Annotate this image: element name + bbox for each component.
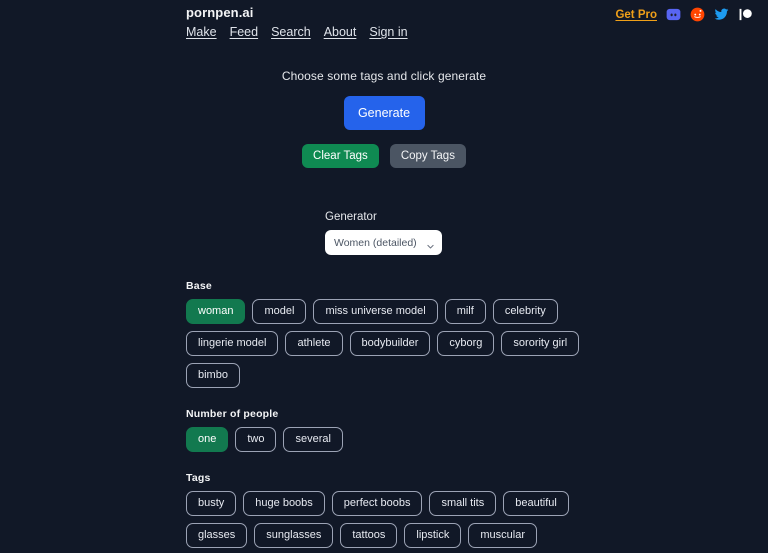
hero-action-buttons: Clear Tags Copy Tags <box>184 144 584 168</box>
nav-search[interactable]: Search <box>271 25 311 39</box>
tag-sections: Base woman model miss universe model milf cel… <box>184 280 584 553</box>
generator-field: Generator Women (detailed) <box>184 211 584 255</box>
section-title: Number of people <box>186 408 279 420</box>
tag-chip[interactable]: busty <box>186 491 237 516</box>
tag-chip[interactable]: athlete <box>285 331 343 356</box>
tag-chip[interactable]: miss universe model <box>313 299 438 324</box>
site-logo[interactable]: pornpen.ai <box>184 5 584 21</box>
tag-chip[interactable]: woman <box>186 299 246 324</box>
hero-section: Choose some tags and click generate Gene… <box>184 69 584 168</box>
nav-make[interactable]: Make <box>186 25 217 39</box>
section-title: Base <box>186 280 212 292</box>
tag-list: busty huge boobs perfect boobs small tits be… <box>186 491 584 553</box>
chevron-down-icon <box>426 238 435 249</box>
tag-chip[interactable]: cyborg <box>437 331 495 356</box>
tag-chip[interactable]: huge boobs <box>243 491 325 516</box>
main-navigation: Make Feed Search About Sign in <box>184 25 584 39</box>
tag-chip[interactable]: lipstick <box>404 523 462 548</box>
tag-chip[interactable]: tattoos <box>340 523 398 548</box>
nav-feed[interactable]: Feed <box>230 25 259 39</box>
twitter-icon[interactable] <box>714 7 729 22</box>
tag-chip[interactable]: model <box>252 299 307 324</box>
reddit-icon[interactable] <box>690 7 705 22</box>
discord-icon[interactable] <box>666 7 681 22</box>
section-number-of-people: Number of people one two several <box>186 408 584 452</box>
section-base: Base woman model miss universe model milf cel… <box>186 280 584 388</box>
tag-chip[interactable]: celebrity <box>492 299 558 324</box>
tag-chip[interactable]: glasses <box>186 523 248 548</box>
get-pro-link[interactable]: Get Pro <box>615 9 657 21</box>
tag-chip[interactable]: bodybuilder <box>349 331 431 356</box>
tag-chip[interactable]: sunglasses <box>254 523 334 548</box>
page-content: pornpen.ai Make Feed Search About Sign in Ge… <box>184 0 752 553</box>
tag-chip[interactable]: two <box>235 427 277 452</box>
section-title: Tags <box>186 472 211 484</box>
copy-tags-button[interactable]: Copy Tags <box>389 144 466 168</box>
patreon-icon[interactable] <box>738 7 753 22</box>
tag-chip[interactable]: milf <box>444 299 486 324</box>
tag-chip[interactable]: sorority girl <box>501 331 580 356</box>
tag-chip[interactable]: small tits <box>429 491 497 516</box>
tag-chip[interactable]: muscular <box>468 523 538 548</box>
tag-chip[interactable]: beautiful <box>503 491 569 516</box>
tag-chip[interactable]: perfect boobs <box>331 491 423 516</box>
header-actions: Get Pro <box>615 7 753 22</box>
tag-chip[interactable]: lingerie model <box>186 331 279 356</box>
app-root: pornpen.ai Make Feed Search About Sign in Ge… <box>0 0 768 553</box>
hero-caption: Choose some tags and click generate <box>281 69 487 83</box>
section-tags: Tags busty huge boobs perfect boobs small ti… <box>186 472 584 553</box>
tag-list: woman model miss universe model milf celebri… <box>186 299 584 388</box>
nav-sign-in[interactable]: Sign in <box>369 25 407 39</box>
tag-chip[interactable]: one <box>186 427 229 452</box>
generator-label: Generator <box>325 211 377 223</box>
site-header: pornpen.ai Make Feed Search About Sign in Ge… <box>184 5 752 47</box>
generator-select-value: Women (detailed) <box>334 236 417 249</box>
tag-chip[interactable]: several <box>283 427 343 452</box>
nav-about[interactable]: About <box>324 25 357 39</box>
generate-button[interactable]: Generate <box>343 96 425 130</box>
generator-select[interactable]: Women (detailed) <box>325 230 442 255</box>
clear-tags-button[interactable]: Clear Tags <box>302 144 379 168</box>
tag-list: one two several <box>186 427 584 452</box>
tag-chip[interactable]: bimbo <box>186 363 240 388</box>
